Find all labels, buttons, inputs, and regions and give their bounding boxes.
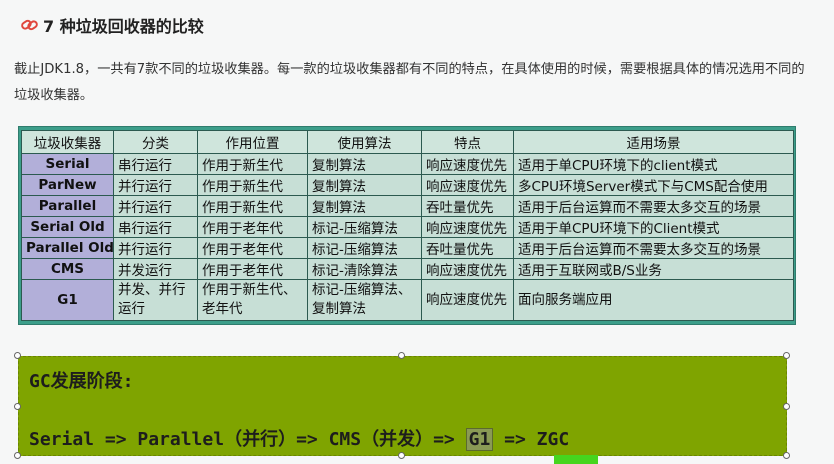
table-cell: 作用于老年代 [197,258,308,280]
table-cell: 响应速度优先 [421,279,514,321]
table-cell: 响应速度优先 [421,153,514,175]
table-cell: 标记-清除算法 [307,258,422,280]
header-scenario: 适用场景 [513,130,794,154]
link-icon[interactable] [20,16,40,34]
table-cell: 适用于单CPU环境下的client模式 [513,153,794,175]
header-feature: 特点 [421,130,514,154]
collector-name: G1 [21,279,114,321]
table-cell: 并行运行 [113,237,198,259]
table-row: CMS 并发运行 作用于老年代 标记-清除算法 响应速度优先 适用于互联网或B/… [21,258,794,280]
table-cell: 作用于新生代 [197,174,308,196]
table-row: Parallel Old 并行运行 作用于老年代 标记-压缩算法 吞吐量优先 适… [21,237,794,259]
resize-handle-right[interactable] [783,403,790,410]
table-cell: 多CPU环境Server模式下与CMS配合使用 [513,174,794,196]
table-cell: 并发运行 [113,258,198,280]
table-cell: 并行运行 [113,195,198,217]
collector-name: Serial [21,153,114,175]
resize-handle-bottom-right[interactable] [783,452,790,459]
table-cell: 串行运行 [113,153,198,175]
table-cell: 适用于单CPU环境下的Client模式 [513,216,794,238]
table-cell: 并行运行 [113,174,198,196]
table-header-row: 垃圾收集器 分类 作用位置 使用算法 特点 适用场景 [21,130,794,154]
header-scope: 作用位置 [197,130,308,154]
table-cell: 响应速度优先 [421,258,514,280]
section-heading: 7 种垃圾回收器的比较 [20,12,204,38]
table-row: G1 并发、并行运行 作用于新生代、老年代 标记-压缩算法、复制算法 响应速度优… [21,279,794,321]
table-cell: 吞吐量优先 [421,195,514,217]
table-cell: 面向服务端应用 [513,279,794,321]
collector-name: Parallel [21,195,114,217]
table-cell: 串行运行 [113,216,198,238]
table-cell: 复制算法 [307,153,422,175]
header-category: 分类 [113,130,198,154]
table-cell: 响应速度优先 [421,216,514,238]
resize-handle-top-right[interactable] [783,352,790,359]
table-cell: 作用于新生代、老年代 [197,279,308,321]
collector-name: Serial Old [21,216,114,238]
header-algorithm: 使用算法 [307,130,422,154]
table-cell: 复制算法 [307,195,422,217]
table-cell: 标记-压缩算法 [307,216,422,238]
resize-handle-top[interactable] [398,352,405,359]
collector-name: CMS [21,258,114,280]
collector-name: Parallel Old [21,237,114,259]
table-cell: 标记-压缩算法 [307,237,422,259]
g1-underline-marker [554,455,598,464]
header-collector: 垃圾收集器 [21,130,114,154]
g1-highlight: G1 [465,428,494,451]
intro-paragraph: 截止JDK1.8，一共有7款不同的垃圾收集器。每一款的垃圾收集器都有不同的特点，… [14,62,805,103]
table-row: ParNew 并行运行 作用于新生代 复制算法 响应速度优先 多CPU环境Ser… [21,174,794,196]
table-cell: 吞吐量优先 [421,237,514,259]
resize-handle-bottom-left[interactable] [14,452,21,459]
resize-handle-bottom[interactable] [398,452,405,459]
gc-comparison-table: 垃圾收集器 分类 作用位置 使用算法 特点 适用场景 Serial 串行运行 作… [18,126,796,325]
table-cell: 作用于新生代 [197,195,308,217]
gc-stage-sequence: Serial => Parallel（并行）=> CMS（并发）=> G1 =>… [29,425,569,451]
table-cell: 作用于新生代 [197,153,308,175]
resize-handle-top-left[interactable] [14,352,21,359]
table-cell: 作用于老年代 [197,216,308,238]
table-cell: 响应速度优先 [421,174,514,196]
table-cell: 复制算法 [307,174,422,196]
resize-handle-left[interactable] [14,403,21,410]
table-cell: 标记-压缩算法、复制算法 [307,279,422,321]
table-cell: 适用于互联网或B/S业务 [513,258,794,280]
table-row: Parallel 并行运行 作用于新生代 复制算法 吞吐量优先 适用于后台运算而… [21,195,794,217]
table-row: Serial 串行运行 作用于新生代 复制算法 响应速度优先 适用于单CPU环境… [21,153,794,175]
table-cell: 适用于后台运算而不需要太多交互的场景 [513,237,794,259]
table-cell: 作用于老年代 [197,237,308,259]
table-row: Serial Old 串行运行 作用于老年代 标记-压缩算法 响应速度优先 适用… [21,216,794,238]
collector-name: ParNew [21,174,114,196]
table-cell: 适用于后台运算而不需要太多交互的场景 [513,195,794,217]
gc-evolution-image[interactable]: GC发展阶段: Serial => Parallel（并行）=> CMS（并发）… [18,356,787,456]
gc-stage-title: GC发展阶段: [29,371,134,392]
heading-title: 7 种垃圾回收器的比较 [43,17,204,36]
table-cell: 并发、并行运行 [113,279,198,321]
sequence-prefix: Serial => Parallel（并行）=> CMS（并发）=> [29,429,466,450]
sequence-suffix: => ZGC [493,429,570,450]
